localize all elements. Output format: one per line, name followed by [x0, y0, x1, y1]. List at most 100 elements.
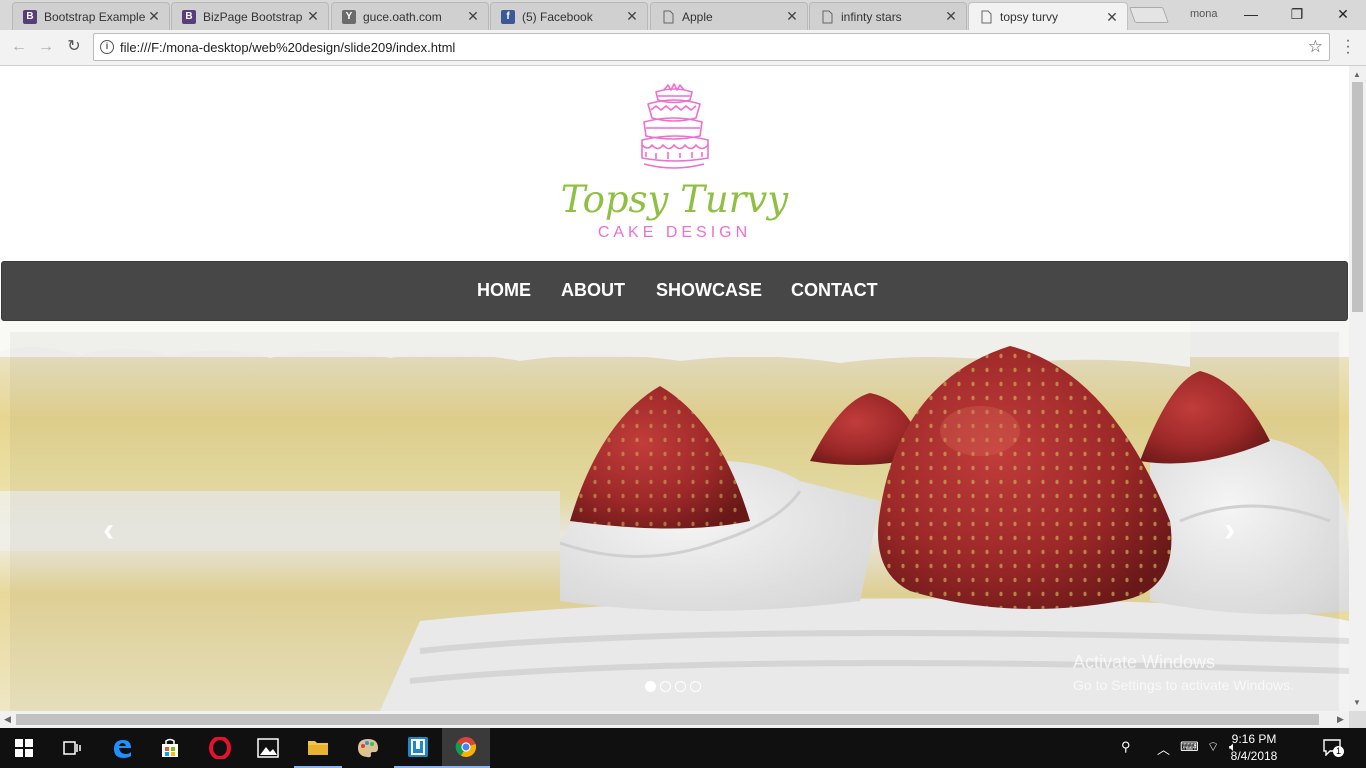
- people-icon[interactable]: ⚲: [1121, 739, 1131, 755]
- task-view-button[interactable]: [48, 728, 96, 768]
- minimize-icon[interactable]: —: [1231, 2, 1271, 26]
- close-tab-icon[interactable]: ✕: [466, 8, 480, 25]
- scroll-down-icon[interactable]: ▼: [1353, 698, 1361, 707]
- carousel-next-icon[interactable]: ›: [1224, 511, 1235, 550]
- paint-palette-icon: [358, 739, 378, 758]
- tab-label: Bootstrap Example: [44, 9, 146, 24]
- paint-taskbar-button[interactable]: [344, 728, 392, 768]
- folder-icon: [308, 741, 328, 755]
- nav-home[interactable]: HOME: [477, 280, 531, 301]
- start-button[interactable]: [0, 728, 48, 768]
- profile-name[interactable]: mona: [1190, 8, 1218, 20]
- photos-taskbar-button[interactable]: [244, 728, 292, 768]
- edge-icon: [114, 740, 131, 758]
- tab-label: BizPage Bootstrap: [203, 9, 303, 24]
- bootstrap-favicon-icon: B: [182, 9, 196, 24]
- tab-label: infinty stars: [841, 9, 902, 24]
- tab-guce-oath[interactable]: Y guce.oath.com ✕: [331, 2, 489, 30]
- tab-label: topsy turvy: [1000, 10, 1059, 24]
- chrome-taskbar-button[interactable]: [442, 728, 490, 768]
- file-explorer-taskbar-button[interactable]: [294, 728, 342, 768]
- brand-title: Topsy Turvy: [560, 178, 789, 221]
- task-view-icon: [63, 741, 81, 755]
- hero-carousel: ‹ › Activate Windows Go to Settings to a…: [0, 321, 1349, 711]
- horizontal-scroll-thumb[interactable]: [16, 714, 1319, 725]
- close-tab-icon[interactable]: ✕: [944, 8, 958, 25]
- back-icon[interactable]: ←: [8, 36, 30, 58]
- opera-taskbar-button[interactable]: [196, 728, 244, 768]
- vertical-scrollbar[interactable]: ▲ ▼: [1349, 66, 1366, 711]
- scroll-right-icon[interactable]: ▶: [1337, 714, 1344, 725]
- tab-label: Apple: [682, 9, 713, 24]
- app-icon: [408, 737, 428, 757]
- scroll-up-icon[interactable]: ▲: [1353, 70, 1361, 79]
- reload-icon[interactable]: ↻: [63, 36, 85, 58]
- page-viewport: Topsy Turvy CAKE DESIGN HOME ABOUT SHOWC…: [0, 66, 1349, 711]
- input-language-icon[interactable]: ⌨: [1180, 739, 1199, 755]
- show-hidden-icons-icon[interactable]: ︿: [1157, 739, 1170, 758]
- close-tab-icon[interactable]: ✕: [306, 8, 320, 25]
- browser-toolbar: ← → ↻ i file:///F:/mona-desktop/web%20de…: [0, 30, 1366, 66]
- close-tab-icon[interactable]: ✕: [1105, 9, 1119, 26]
- yahoo-favicon-icon: Y: [342, 9, 356, 24]
- carousel-indicator[interactable]: [660, 681, 671, 692]
- tab-label: (5) Facebook: [522, 9, 593, 24]
- notification-badge: 1: [1333, 746, 1344, 757]
- address-bar[interactable]: i file:///F:/mona-desktop/web%20design/s…: [93, 33, 1330, 61]
- tab-strip: B Bootstrap Example ✕ B BizPage Bootstra…: [0, 0, 1366, 31]
- bookmark-star-icon[interactable]: ☆: [1308, 37, 1323, 57]
- system-clock[interactable]: 9:16 PM 8/4/2018: [1224, 731, 1284, 765]
- restore-icon[interactable]: ❐: [1277, 2, 1317, 26]
- main-navbar: HOME ABOUT SHOWCASE CONTACT: [1, 261, 1348, 321]
- carousel-indicator[interactable]: [675, 681, 686, 692]
- activate-windows-watermark: Activate Windows Go to Settings to activ…: [1073, 652, 1294, 693]
- clock-date: 8/4/2018: [1230, 749, 1278, 763]
- carousel-indicators: [645, 681, 701, 692]
- close-window-icon[interactable]: ✕: [1323, 2, 1363, 26]
- chrome-icon: [455, 737, 477, 757]
- scrollbar-corner: [1349, 711, 1366, 728]
- opera-icon: [209, 737, 231, 759]
- horizontal-scrollbar[interactable]: ◀ ▶: [0, 711, 1349, 728]
- facebook-favicon-icon: f: [501, 9, 515, 24]
- store-taskbar-button[interactable]: [146, 728, 194, 768]
- scroll-left-icon[interactable]: ◀: [4, 714, 11, 725]
- brand-subtitle: CAKE DESIGN: [597, 224, 752, 241]
- tab-apple[interactable]: Apple ✕: [650, 2, 808, 30]
- action-center-icon[interactable]: 1: [1322, 738, 1344, 757]
- wifi-icon[interactable]: ⌔: [1207, 739, 1219, 755]
- document-favicon-icon: [820, 10, 834, 24]
- info-icon[interactable]: i: [100, 40, 114, 54]
- close-tab-icon[interactable]: ✕: [785, 8, 799, 25]
- document-favicon-icon: [979, 10, 993, 24]
- forward-icon[interactable]: →: [35, 36, 57, 58]
- windows-logo-icon: [15, 739, 33, 757]
- edge-taskbar-button[interactable]: [98, 728, 146, 768]
- browser-menu-icon[interactable]: · · ·: [1343, 33, 1353, 61]
- nav-about[interactable]: ABOUT: [561, 280, 625, 301]
- carousel-indicator[interactable]: [690, 681, 701, 692]
- tab-facebook[interactable]: f (5) Facebook ✕: [490, 2, 648, 30]
- carousel-prev-icon[interactable]: ‹: [103, 511, 114, 550]
- tab-topsy-turvy[interactable]: topsy turvy ✕: [968, 2, 1128, 31]
- app-taskbar-button[interactable]: [394, 728, 442, 768]
- close-tab-icon[interactable]: ✕: [625, 8, 639, 25]
- watermark-subtitle: Go to Settings to activate Windows.: [1073, 677, 1294, 693]
- tab-bizpage[interactable]: B BizPage Bootstrap ✕: [171, 2, 329, 30]
- tab-bootstrap-example[interactable]: B Bootstrap Example ✕: [12, 2, 170, 30]
- watermark-title: Activate Windows: [1073, 652, 1216, 672]
- url-text[interactable]: file:///F:/mona-desktop/web%20design/sli…: [120, 40, 455, 55]
- new-tab-button[interactable]: [1129, 7, 1169, 23]
- site-logo[interactable]: Topsy Turvy CAKE DESIGN: [0, 66, 1349, 261]
- nav-contact[interactable]: CONTACT: [791, 280, 878, 301]
- document-favicon-icon: [661, 10, 675, 24]
- cake-logo-icon: [641, 83, 709, 169]
- vertical-scroll-thumb[interactable]: [1352, 82, 1363, 312]
- clock-time: 9:16 PM: [1231, 732, 1277, 746]
- nav-showcase[interactable]: SHOWCASE: [656, 280, 762, 301]
- carousel-indicator[interactable]: [645, 681, 656, 692]
- tab-infinity-stars[interactable]: infinty stars ✕: [809, 2, 967, 30]
- store-icon: [162, 738, 178, 757]
- close-tab-icon[interactable]: ✕: [147, 8, 161, 25]
- bootstrap-favicon-icon: B: [23, 9, 37, 24]
